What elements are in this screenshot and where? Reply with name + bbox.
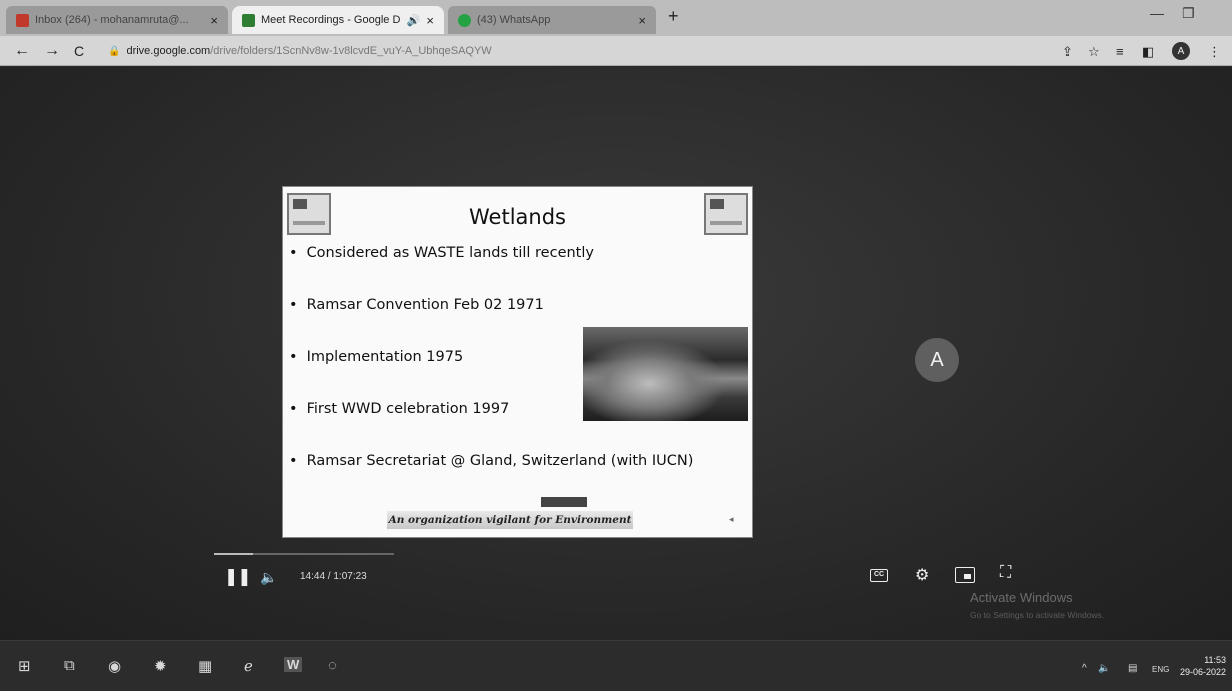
forward-button[interactable]: → [44, 42, 60, 60]
tab-audio-icon[interactable]: 🔊 [407, 14, 421, 27]
reload-button[interactable]: C [74, 43, 84, 59]
tab-close-icon[interactable]: × [210, 13, 218, 28]
clock-time: 11:53 [1204, 655, 1227, 665]
edge-icon[interactable]: ℯ [244, 657, 253, 675]
tab-whatsapp[interactable]: (43) WhatsApp × [448, 6, 656, 34]
profile-avatar[interactable]: A [1172, 42, 1190, 60]
volume-icon[interactable]: 🔈 [260, 569, 277, 586]
lock-icon[interactable]: 🔒 [108, 46, 120, 57]
slide-title: Wetlands [469, 205, 566, 229]
slide-bullet: Considered as WASTE lands till recently [289, 245, 594, 261]
settings-app-icon[interactable]: ✹ [154, 657, 167, 675]
task-view-icon[interactable]: ⧉ [64, 657, 75, 674]
video-time-display: 14:44 / 1:07:23 [300, 571, 367, 582]
tab-label: (43) WhatsApp [477, 14, 551, 26]
fullscreen-icon[interactable]: ⛶ [1000, 564, 1011, 582]
tab-inbox[interactable]: Inbox (264) - mohanamruta@... × [6, 6, 228, 34]
address-bar[interactable]: 🔒 drive.google.com /drive/folders/1ScnNv… [108, 41, 1048, 61]
tray-language[interactable]: ENG [1152, 665, 1169, 674]
slide-footer-arrow-icon: ◂ [729, 515, 734, 525]
video-progress-fill [214, 553, 254, 555]
new-tab-button[interactable]: + [668, 6, 679, 27]
settings-gear-icon[interactable]: ⚙ [915, 565, 929, 585]
tab-label: Inbox (264) - mohanamruta@... [35, 14, 189, 26]
chrome-secondary-icon[interactable]: ◌ [328, 657, 337, 674]
windows-start-icon[interactable]: ⊞ [18, 657, 31, 675]
activate-windows-subtitle: Go to Settings to activate Windows. [970, 610, 1105, 620]
maximize-button[interactable]: ❐ [1182, 5, 1195, 22]
slide-bullet: Ramsar Secretariat @ Gland, Switzerland … [289, 453, 694, 469]
whatsapp-icon [458, 13, 471, 27]
slide-footer-banner: An organization vigilant for Environment [387, 511, 633, 529]
file-explorer-icon[interactable]: ▦ [198, 657, 212, 675]
clock-date: 29-06-2022 [1180, 667, 1227, 677]
url-path: /drive/folders/1ScnNv8w-1v8lcvdE_vuY-A_U… [210, 45, 492, 57]
tray-volume-icon[interactable]: 🔈 [1098, 663, 1110, 674]
participant-avatar: A [915, 338, 959, 382]
wetland-photo [583, 327, 748, 421]
video-progress-bar[interactable] [214, 553, 394, 555]
bookmark-star-icon[interactable]: ☆ [1088, 44, 1100, 60]
word-icon[interactable]: W [284, 657, 303, 672]
minimize-button[interactable]: — [1150, 5, 1164, 21]
windows-taskbar: ⊞ ⧉ ◉ ✹ ▦ ℯ W ◌ ^ 🔈 ▤ ENG 11:53 29-06-20… [0, 640, 1232, 691]
tray-notes-icon[interactable]: ▤ [1128, 663, 1137, 674]
presentation-slide: Wetlands Considered as WASTE lands till … [282, 186, 753, 538]
url-host: drive.google.com [126, 45, 211, 57]
gmail-icon [16, 13, 29, 27]
activate-windows-title: Activate Windows [970, 590, 1073, 605]
slide-footer-tag [541, 497, 587, 507]
tab-close-icon[interactable]: × [426, 13, 434, 28]
chrome-icon[interactable]: ◉ [108, 657, 121, 675]
tray-overflow-chevron-icon[interactable]: ^ [1082, 663, 1087, 674]
tab-meet-recordings[interactable]: Meet Recordings - Google D 🔊 × [232, 6, 444, 34]
tab-label: Meet Recordings - Google D [261, 14, 401, 26]
browser-toolbar: ← → C 🔒 drive.google.com /drive/folders/… [0, 36, 1232, 66]
taskbar-clock[interactable]: 11:53 29-06-2022 [1180, 654, 1226, 678]
miniplayer-icon[interactable] [955, 567, 975, 583]
slide-bullet: First WWD celebration 1997 [289, 401, 510, 417]
back-button[interactable]: ← [14, 42, 30, 60]
slide-bullet: Ramsar Convention Feb 02 1971 [289, 297, 544, 313]
side-panel-icon[interactable]: ◧ [1142, 44, 1154, 60]
pause-button[interactable]: ❚❚ [224, 567, 251, 587]
share-icon[interactable]: ⇪ [1062, 44, 1073, 60]
browser-tab-strip: Inbox (264) - mohanamruta@... × Meet Rec… [0, 0, 1232, 36]
tab-close-icon[interactable]: × [638, 13, 646, 28]
menu-icon[interactable]: ⋮ [1208, 44, 1221, 60]
google-drive-icon [242, 13, 255, 27]
captions-button[interactable]: CC [870, 569, 888, 582]
reading-list-icon[interactable]: ≡ [1116, 44, 1124, 59]
slide-bullet: Implementation 1975 [289, 349, 464, 365]
